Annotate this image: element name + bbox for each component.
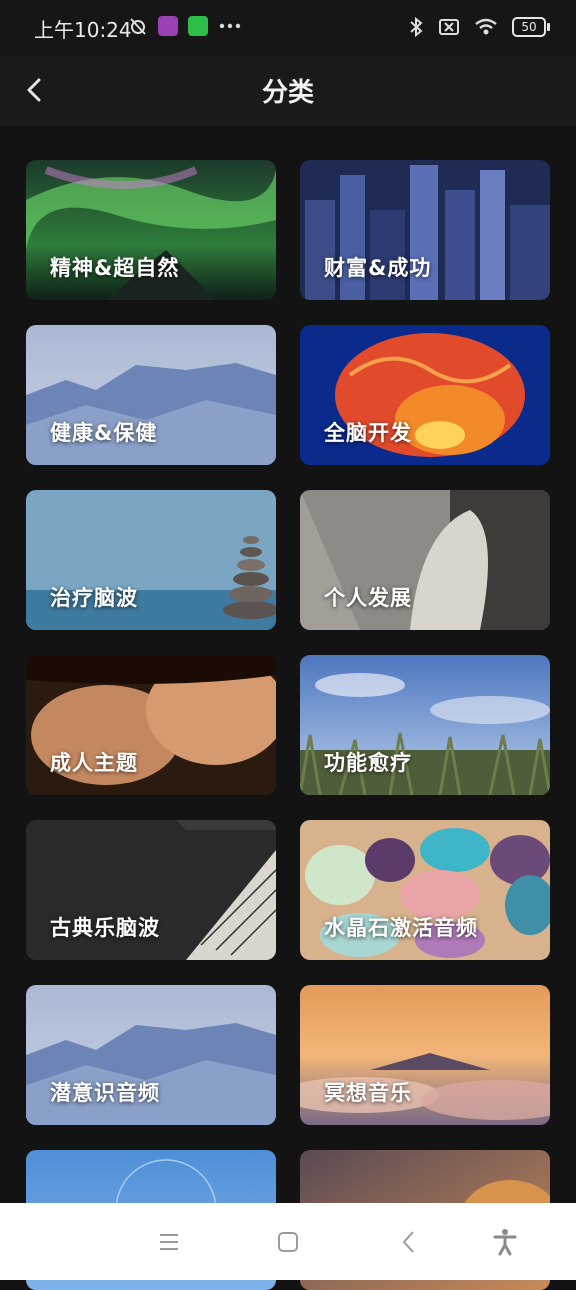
category-label: 健康&保健 xyxy=(50,421,158,445)
category-card[interactable]: 水晶石激活音频 xyxy=(300,820,550,960)
category-card[interactable]: 精神&超自然 xyxy=(26,160,276,300)
header: 分类 xyxy=(0,56,576,126)
category-card[interactable]: 财富&成功 xyxy=(300,160,550,300)
category-card[interactable]: 个人发展 xyxy=(300,490,550,630)
category-label: 成人主题 xyxy=(50,751,138,775)
category-card[interactable]: 健康&保健 xyxy=(26,325,276,465)
more-dots-icon xyxy=(219,23,241,29)
wechat-icon xyxy=(188,16,208,36)
battery-indicator: 50 xyxy=(512,17,550,37)
status-bar: 上午10:24 50 xyxy=(0,0,576,56)
status-time: 上午10:24 xyxy=(34,18,132,42)
no-sim-icon xyxy=(439,19,459,35)
status-right-icons: 50 xyxy=(408,16,550,38)
category-label: 冥想音乐 xyxy=(324,1081,412,1105)
back-icon[interactable] xyxy=(394,1227,424,1257)
category-label: 精神&超自然 xyxy=(50,256,180,280)
category-card[interactable]: 冥想音乐 xyxy=(300,985,550,1125)
menu-icon[interactable] xyxy=(154,1227,184,1257)
category-label: 治疗脑波 xyxy=(50,586,138,610)
category-card[interactable]: 全脑开发 xyxy=(300,325,550,465)
system-nav-bar xyxy=(0,1203,576,1280)
home-icon[interactable] xyxy=(273,1227,303,1257)
category-label: 财富&成功 xyxy=(324,256,432,280)
accessibility-icon[interactable] xyxy=(490,1227,520,1257)
app-notification-icon xyxy=(158,16,178,36)
wifi-icon xyxy=(475,18,497,35)
category-card[interactable]: 功能愈疗 xyxy=(300,655,550,795)
alarm-off-icon xyxy=(130,18,146,35)
page-title: 分类 xyxy=(261,78,314,108)
category-grid: 精神&超自然 财富&成功 健康&保健 全脑开发 治疗脑波 个人发展 成人主题 功… xyxy=(26,160,550,1290)
category-label: 水晶石激活音频 xyxy=(324,916,478,940)
category-card[interactable]: 成人主题 xyxy=(26,655,276,795)
category-card[interactable]: 古典乐脑波 xyxy=(26,820,276,960)
category-label: 潜意识音频 xyxy=(50,1081,160,1105)
category-label: 全脑开发 xyxy=(324,421,412,445)
category-label: 古典乐脑波 xyxy=(50,916,160,940)
category-label: 功能愈疗 xyxy=(324,751,412,775)
category-card[interactable]: 潜意识音频 xyxy=(26,985,276,1125)
category-card[interactable]: 治疗脑波 xyxy=(26,490,276,630)
bluetooth-icon xyxy=(410,16,423,38)
status-left-icons xyxy=(128,16,242,36)
category-label: 个人发展 xyxy=(324,586,412,610)
